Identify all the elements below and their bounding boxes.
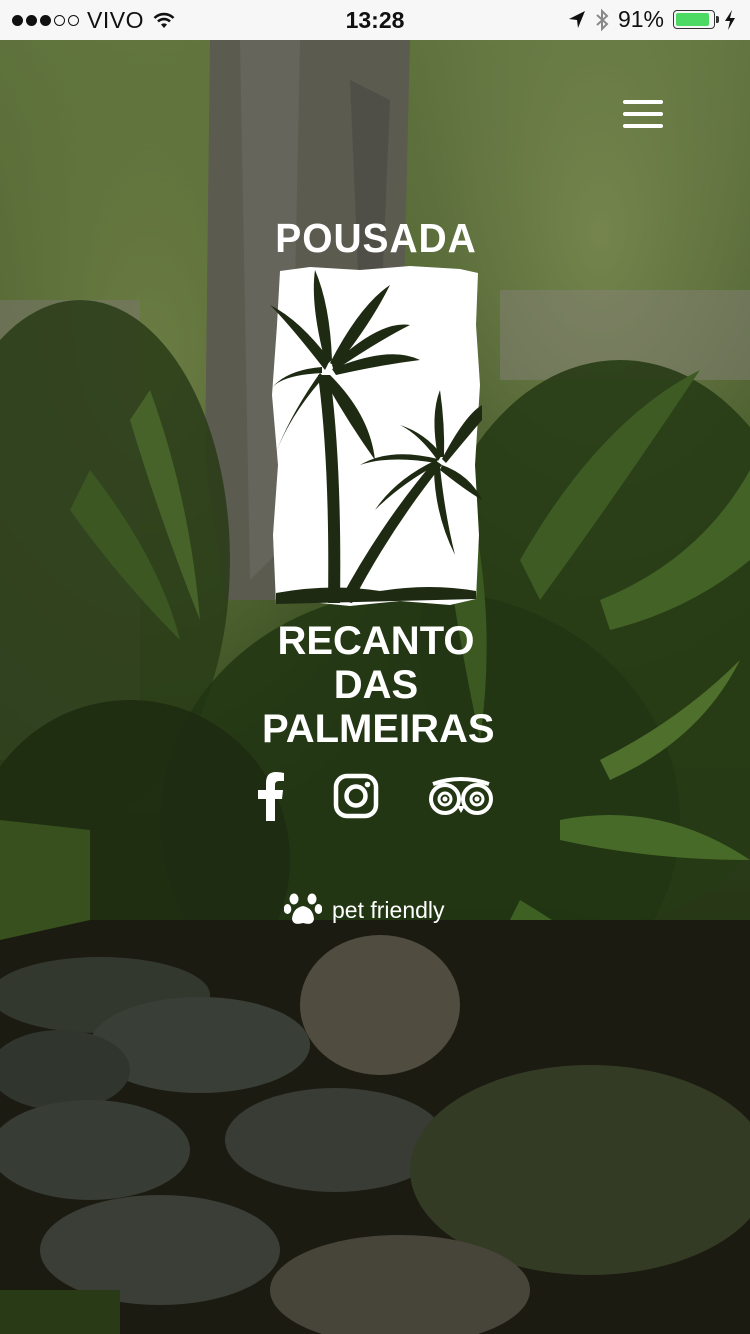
social-links [0, 768, 750, 824]
tripadvisor-icon[interactable] [425, 768, 497, 824]
charging-bolt-icon [725, 9, 735, 30]
logo-line-recanto: RECANTO DAS [277, 619, 475, 707]
hamburger-menu-icon[interactable] [620, 96, 666, 132]
facebook-icon[interactable] [250, 768, 290, 824]
battery-percent: 91% [617, 6, 664, 32]
palm-trees-emblem [270, 266, 482, 606]
battery-fill [676, 13, 709, 26]
status-right: 91% [568, 6, 736, 33]
battery-icon [673, 10, 719, 29]
logo-line-palmeiras: PALMEIRAS [262, 707, 495, 751]
instagram-icon[interactable] [332, 768, 380, 824]
status-bar: VIVO 13:28 91% [0, 0, 750, 40]
logo-title-bottom: RECANTO DAS PALMEIRAS [262, 619, 495, 751]
paw-icon [284, 893, 322, 924]
pousada-logo: POUSADA RECANTO DAS PALMEIRAS [262, 215, 495, 751]
bluetooth-icon [596, 8, 609, 31]
logo-title-top: POUSADA [275, 215, 477, 261]
location-arrow-icon [568, 10, 585, 28]
pet-friendly-label: pet friendly [332, 896, 445, 923]
pet-friendly-badge: pet friendly [284, 893, 445, 927]
